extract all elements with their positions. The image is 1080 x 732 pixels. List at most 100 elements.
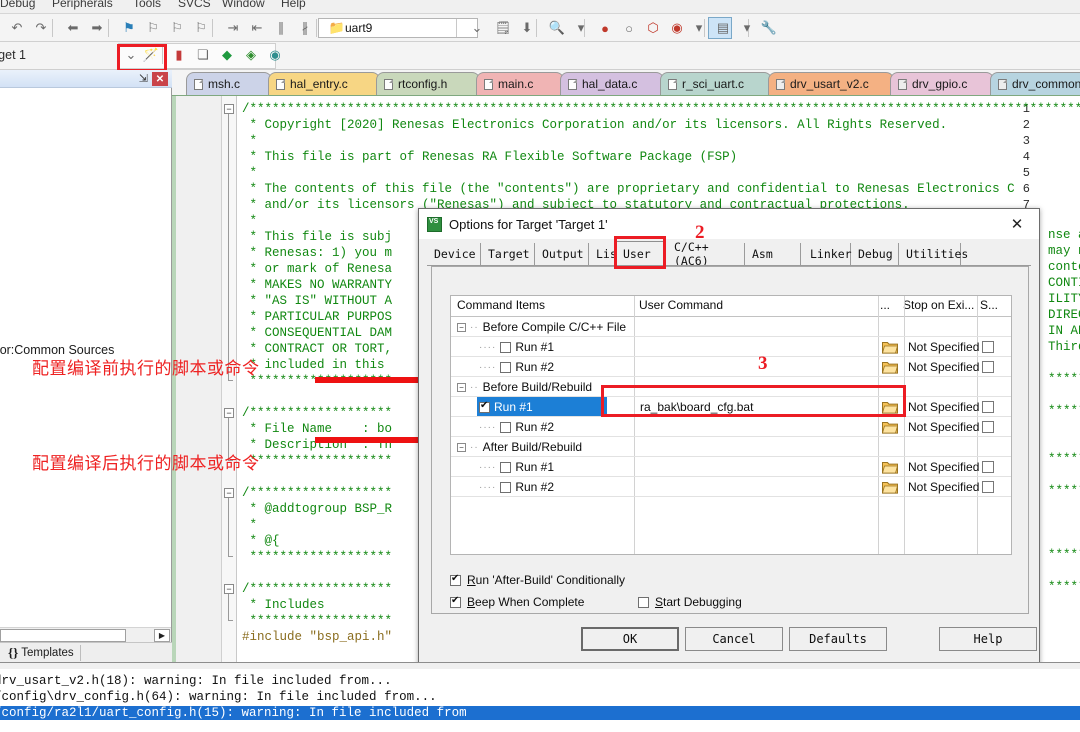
menu-item-peripherals[interactable]: Peripherals [52,0,113,10]
command-item-cell[interactable]: ···· Run #1 [479,457,558,477]
find-dropdown-icon[interactable]: ▾ [570,17,592,39]
run-enable-checkbox[interactable] [500,361,512,373]
command-item-cell[interactable]: ···· Run #2 [479,417,558,437]
dialog-tab-device[interactable]: Device [427,243,481,265]
indent-left-icon[interactable]: ⇤ [246,17,268,39]
spawn-checkbox[interactable] [982,481,994,493]
expander-icon[interactable]: − [457,382,466,392]
menu-item-svcs[interactable]: SVCS [178,0,211,10]
editor-tab-drv_usart_v2-c[interactable]: drv_usart_v2.c [768,72,894,95]
run-enable-checkbox[interactable] [500,341,512,353]
indent-right-icon[interactable]: ⇥ [222,17,244,39]
spawn-checkbox[interactable] [982,341,994,353]
breakpoint-kill-all-icon[interactable]: ◉ [666,17,688,39]
editor-tab-drv_gpio-c[interactable]: drv_gpio.c [890,72,994,95]
table-row[interactable]: ···· Run #1 Not Specified [451,457,1011,477]
option-checkbox[interactable] [450,573,461,586]
scrollbar-thumb[interactable] [0,629,126,642]
configure-target-wizard-icon[interactable]: 🪄 [140,44,162,66]
target-selector-label[interactable]: rget 1 [0,48,26,62]
output-line[interactable]: /config/ra2l1/uart_config.h(15): warning… [0,706,1080,720]
command-items-table[interactable]: Command Items User Command ... Stop on E… [450,295,1012,555]
stop-on-exit-cell[interactable]: Not Specified [908,477,979,497]
dialog-tab-utilities[interactable]: Utilities [899,243,968,265]
bookmark-clear-icon[interactable]: ⚐ [190,17,212,39]
bookmark-prev-icon[interactable]: ⚐ [142,17,164,39]
redo-icon[interactable]: ↷ [30,17,52,39]
run-enable-checkbox[interactable] [500,481,512,493]
dialog-tab-asm[interactable]: Asm [745,243,801,265]
comment-icon[interactable]: ∥ [270,17,292,39]
user-command-cell[interactable]: ra_bak\board_cfg.bat [640,397,753,417]
dialog-tab-target[interactable]: Target [481,243,535,265]
run-enable-checkbox[interactable] [479,400,490,413]
browse-folder-icon[interactable] [881,460,899,474]
editor-tab-main-c[interactable]: main.c [476,72,564,95]
spawn-checkbox[interactable] [982,461,994,473]
browse-folder-icon[interactable] [881,360,899,374]
spawn-checkbox[interactable] [982,401,994,413]
project-panel-hscrollbar[interactable]: ▶ [0,627,171,642]
editor-tab-r_sci_uart-c[interactable]: r_sci_uart.c [660,72,772,95]
scroll-right-icon[interactable]: ▶ [154,629,170,642]
table-row[interactable]: Run #1 ra_bak\board_cfg.bat Not Specified [451,397,1011,417]
option-tart-debugging[interactable]: Start Debugging [638,595,742,609]
translate-icon[interactable]: ◈ [240,44,262,66]
table-row[interactable]: − ·· Before Build/Rebuild [451,377,1011,397]
editor-tab-hal_entry-c[interactable]: hal_entry.c [268,72,380,95]
fold-toggle-icon[interactable]: − [224,408,234,418]
browse-folder-icon[interactable] [881,480,899,494]
option-checkbox[interactable] [638,596,649,608]
select-target-dropdown-icon[interactable]: ⌄ [466,17,488,39]
output-line[interactable]: /config\drv_config.h(64): warning: In fi… [0,690,437,704]
option-checkbox[interactable] [450,595,461,608]
window-layout-dropdown-icon[interactable]: ▾ [736,17,758,39]
editor-tab-hal_data-c[interactable]: hal_data.c [560,72,664,95]
fold-toggle-icon[interactable]: − [224,488,234,498]
spawn-checkbox[interactable] [982,361,994,373]
expander-icon[interactable]: − [457,322,466,332]
run-enable-checkbox[interactable] [500,421,512,433]
pin-icon[interactable]: ⇲ [139,72,148,85]
forward-icon[interactable]: ➡ [86,17,108,39]
option-un-after-build-conditionally[interactable]: Run 'After-Build' Conditionally [450,573,625,587]
target-options-icon[interactable]: 📁 [326,17,348,39]
breakpoint-disable-icon[interactable]: ○ [618,17,640,39]
command-item-cell[interactable]: Run #1 [477,397,607,417]
menu-item-help[interactable]: Help [281,0,306,10]
table-row[interactable]: − ·· After Build/Rebuild [451,437,1011,457]
dialog-tab-linker[interactable]: Linker [803,243,852,265]
window-layout-icon[interactable]: ▤ [712,17,734,39]
menu-item-debug[interactable]: Debug [0,0,35,10]
spawn-checkbox[interactable] [982,421,994,433]
rebuild-icon[interactable]: ◆ [216,44,238,66]
back-icon[interactable]: ⬅ [62,17,84,39]
command-item-cell[interactable]: − ·· Before Build/Rebuild [457,377,596,397]
undo-icon[interactable]: ↶ [6,17,28,39]
batch-build-icon[interactable]: ❏ [192,44,214,66]
uncomment-icon[interactable]: ∦ [294,17,316,39]
stop-on-exit-cell[interactable]: Not Specified [908,357,979,377]
dialog-cancel-button[interactable]: Cancel [685,627,783,651]
stop-on-exit-cell[interactable]: Not Specified [908,417,979,437]
manage-project-icon[interactable]: 🗒 [492,17,514,39]
bookmark-next-icon[interactable]: ⚐ [166,17,188,39]
fold-toggle-icon[interactable]: − [224,584,234,594]
table-row[interactable]: ···· Run #2 Not Specified [451,477,1011,497]
breakpoint-icon[interactable]: ● [594,17,616,39]
build-target-icon[interactable]: ▮ [168,44,190,66]
stop-on-exit-cell[interactable]: Not Specified [908,337,979,357]
bookmark-toggle-icon[interactable]: ⚑ [118,17,140,39]
pack-installer-icon[interactable]: ⬇ [516,17,538,39]
build-output-panel[interactable]: drv_usart_v2.h(18): warning: In file inc… [0,662,1080,732]
command-item-cell[interactable]: − ·· Before Compile C/C++ File [457,317,630,337]
expander-icon[interactable]: − [457,442,466,452]
command-item-cell[interactable]: ···· Run #2 [479,477,558,497]
output-line[interactable]: drv_usart_v2.h(18): warning: In file inc… [0,674,392,688]
table-row[interactable]: − ·· Before Compile C/C++ File [451,317,1011,337]
browse-folder-icon[interactable] [881,420,899,434]
command-item-cell[interactable]: ···· Run #1 [479,337,558,357]
panel-splitter[interactable] [0,663,1080,669]
dialog-defaults-button[interactable]: Defaults [789,627,887,651]
find-in-files-icon[interactable]: 🔍 [546,17,568,39]
